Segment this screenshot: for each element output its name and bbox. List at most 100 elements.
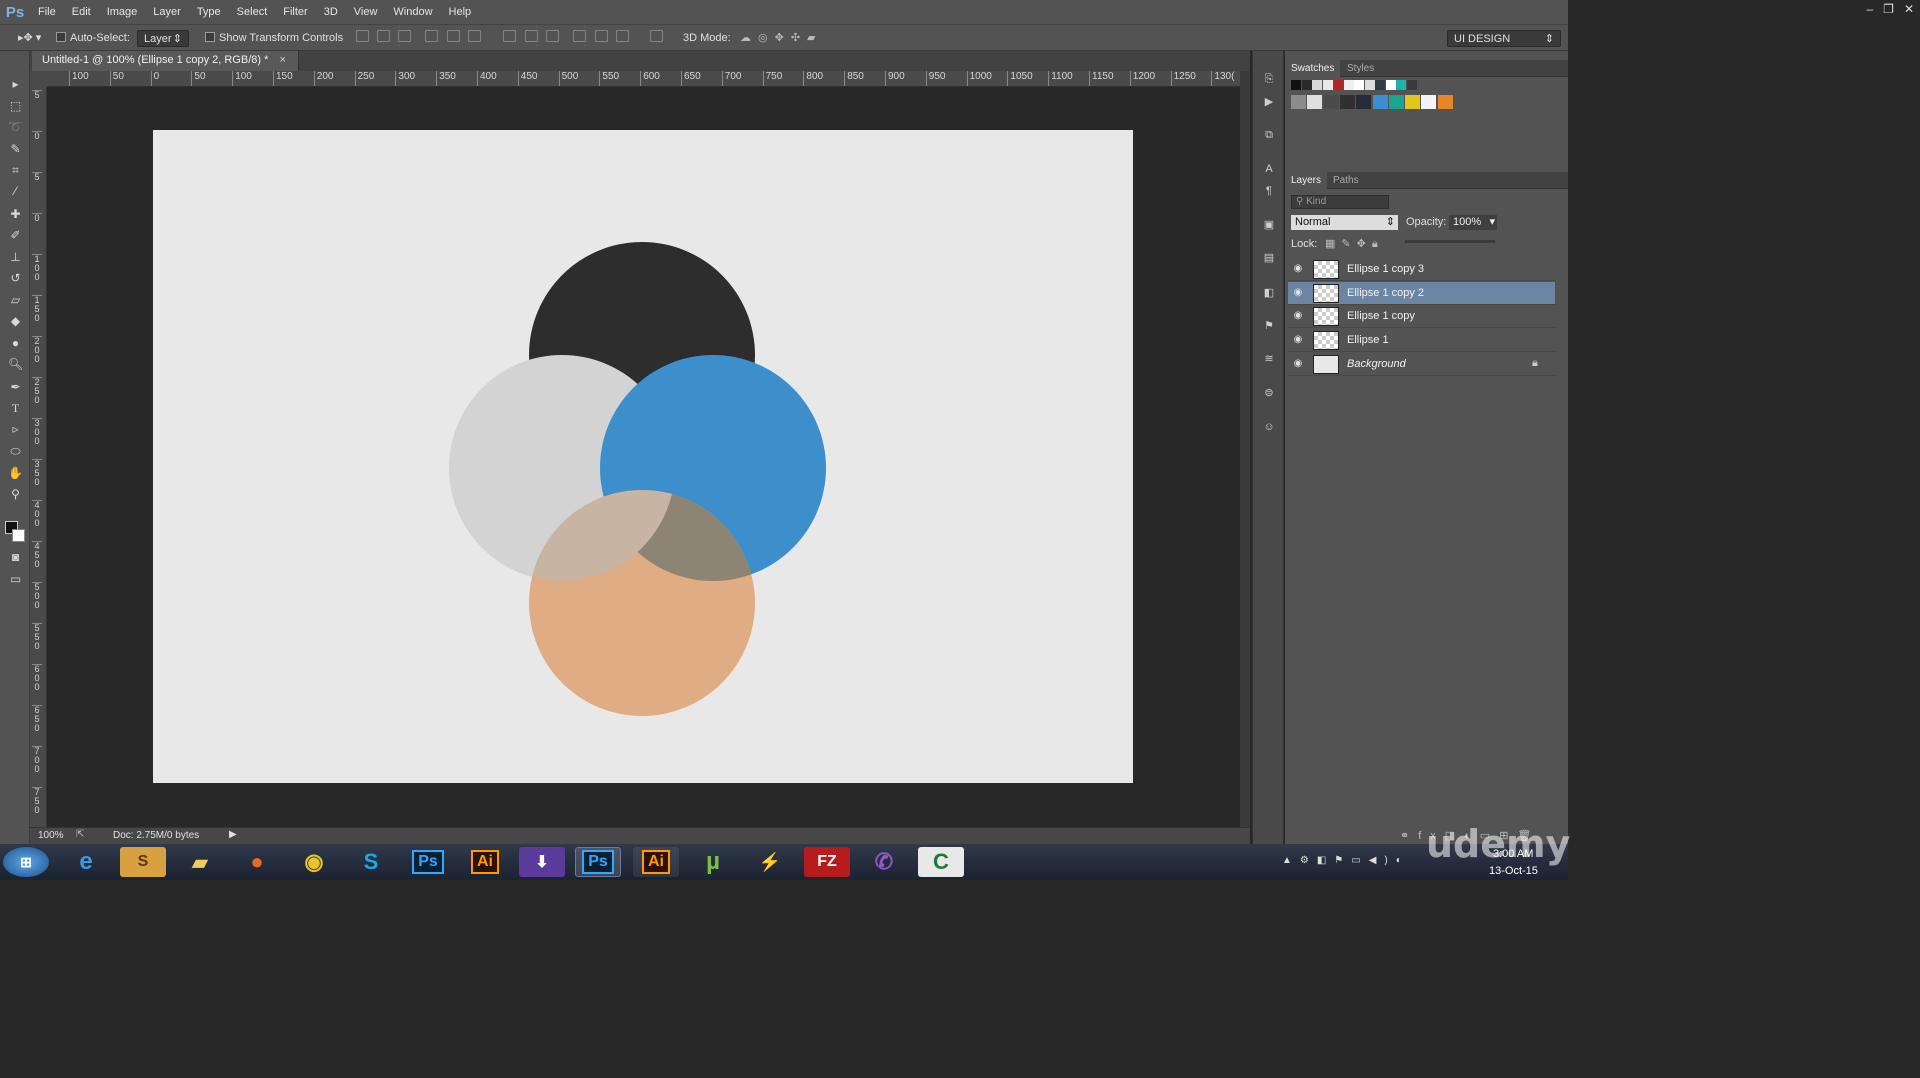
- align-hcenter-icon[interactable]: [447, 30, 460, 42]
- gradient-tool-icon[interactable]: ◆: [8, 315, 23, 327]
- skype-icon[interactable]: S: [348, 847, 394, 877]
- eraser-tool-icon[interactable]: ▱: [8, 294, 23, 306]
- distribute-hcenter-icon[interactable]: [595, 30, 608, 42]
- illustrator-taskbar-icon[interactable]: Ai: [462, 847, 508, 877]
- show-transform-checkbox[interactable]: Show Transform Controls: [205, 30, 343, 47]
- move-tool-icon[interactable]: ▸: [8, 78, 23, 90]
- character-icon[interactable]: A: [1262, 163, 1276, 176]
- adjustments-icon[interactable]: ◧: [1262, 287, 1276, 300]
- folder-icon[interactable]: ▰: [177, 847, 223, 877]
- screen-mode-icon[interactable]: ▭: [8, 573, 23, 585]
- menu-type[interactable]: Type: [189, 0, 229, 24]
- swatch[interactable]: [1375, 80, 1385, 90]
- hand-tool-icon[interactable]: ✋: [8, 467, 23, 479]
- opacity-input[interactable]: 100% ▾: [1449, 215, 1497, 230]
- menu-layer[interactable]: Layer: [145, 0, 189, 24]
- align-vcenter-icon[interactable]: [377, 30, 390, 42]
- swatch[interactable]: [1301, 80, 1312, 90]
- ellipse-tool-icon[interactable]: ⬭: [8, 445, 23, 457]
- swatch[interactable]: [1396, 80, 1406, 90]
- eye-icon[interactable]: ◉: [1292, 358, 1304, 370]
- dodge-tool-icon[interactable]: 🔍︎: [8, 358, 23, 370]
- tab-styles[interactable]: Styles: [1341, 60, 1380, 77]
- firefox-icon[interactable]: ●: [234, 847, 280, 877]
- swatch[interactable]: [1356, 95, 1372, 109]
- brush-tool-icon[interactable]: ✐: [8, 229, 23, 241]
- distribute-vcenter-icon[interactable]: [525, 30, 538, 42]
- blend-mode-dropdown[interactable]: Normal ⇕: [1291, 215, 1398, 230]
- swatch[interactable]: [1339, 95, 1355, 109]
- swatch[interactable]: [1323, 95, 1339, 109]
- viber-icon[interactable]: ✆: [861, 847, 907, 877]
- align-left-icon[interactable]: [425, 30, 438, 42]
- photoshop-taskbar-icon[interactable]: Ps: [405, 847, 451, 877]
- eyedropper-tool-icon[interactable]: ⁄: [8, 185, 23, 197]
- camtasia-icon[interactable]: C: [918, 847, 964, 877]
- align-bottom-icon[interactable]: [398, 30, 411, 42]
- lock-icons[interactable]: ▦✎✥🔒︎: [1325, 237, 1384, 251]
- swatch[interactable]: [1307, 95, 1323, 109]
- type-tool-icon[interactable]: T: [8, 402, 23, 414]
- sublime-icon[interactable]: S: [120, 847, 166, 877]
- swatch[interactable]: [1343, 80, 1354, 90]
- tab-swatches[interactable]: Swatches: [1285, 60, 1341, 77]
- quick-mask-icon[interactable]: ◙: [8, 551, 23, 563]
- layer-row[interactable]: ◉ Ellipse 1: [1288, 329, 1555, 352]
- auto-align-icon[interactable]: [650, 30, 663, 42]
- utorrent-icon[interactable]: µ: [690, 847, 736, 877]
- tool-presets-icon[interactable]: ☺: [1262, 421, 1276, 434]
- healing-brush-icon[interactable]: ✚: [8, 208, 23, 220]
- swatch[interactable]: [1364, 80, 1375, 90]
- menu-file[interactable]: File: [30, 0, 64, 24]
- actions-play-icon[interactable]: ▶: [1262, 96, 1276, 109]
- pen-tool-icon[interactable]: ✒: [8, 381, 23, 393]
- info-icon[interactable]: ▣: [1262, 219, 1276, 232]
- distribute-top-icon[interactable]: [503, 30, 516, 42]
- menu-3d[interactable]: 3D: [316, 0, 346, 24]
- background-color-swatch[interactable]: [12, 529, 25, 542]
- layer-row-background[interactable]: ◉ Background 🔒︎: [1288, 353, 1555, 376]
- menu-window[interactable]: Window: [385, 0, 440, 24]
- swatch[interactable]: [1437, 95, 1453, 109]
- swatch[interactable]: [1333, 80, 1343, 90]
- menu-view[interactable]: View: [346, 0, 386, 24]
- swatch[interactable]: [1322, 80, 1333, 90]
- download-manager-icon[interactable]: ⬇: [519, 847, 565, 877]
- path-select-tool-icon[interactable]: ▹: [8, 423, 23, 435]
- flag-icon[interactable]: ⚑: [1262, 320, 1276, 333]
- menu-select[interactable]: Select: [229, 0, 276, 24]
- properties-icon[interactable]: ▤: [1262, 252, 1276, 265]
- layer-row[interactable]: ◉ Ellipse 1 copy: [1288, 305, 1555, 328]
- layer-comps-icon[interactable]: ⧉: [1262, 129, 1276, 142]
- 3d-mode-icons[interactable]: ☁◎✥✣▰: [740, 30, 823, 47]
- distribute-right-icon[interactable]: [616, 30, 629, 42]
- history-brush-icon[interactable]: ↺: [8, 272, 23, 284]
- marquee-tool-icon[interactable]: ⬚: [8, 100, 23, 112]
- export-icon[interactable]: ⇱: [76, 829, 84, 840]
- move-tool-preset-icon[interactable]: ▸✥ ▾: [18, 30, 41, 47]
- align-top-icon[interactable]: [356, 30, 369, 42]
- tab-layers[interactable]: Layers: [1285, 172, 1328, 189]
- horizontal-ruler[interactable]: 100 50 0 50 100 150 200 250 300 350 400 450 500 550 60…: [47, 71, 1240, 87]
- auto-select-checkbox[interactable]: Auto-Select:: [56, 30, 130, 47]
- lasso-tool-icon[interactable]: ➰: [8, 121, 23, 133]
- eye-icon[interactable]: ◉: [1292, 287, 1304, 299]
- crop-tool-icon[interactable]: ⌗: [8, 164, 23, 176]
- paragraph-icon[interactable]: ¶: [1262, 185, 1276, 198]
- illustrator-active-taskbar-icon[interactable]: Ai: [633, 847, 679, 877]
- swatch[interactable]: [1405, 95, 1421, 109]
- chrome-icon[interactable]: ◉: [291, 847, 337, 877]
- layer-kind-filter[interactable]: ⚲ Kind: [1291, 195, 1389, 209]
- history-icon[interactable]: ⎘: [1262, 73, 1276, 86]
- distribute-left-icon[interactable]: [573, 30, 586, 42]
- stamp-tool-icon[interactable]: ⊥: [8, 251, 23, 263]
- menu-edit[interactable]: Edit: [64, 0, 99, 24]
- workspace-dropdown[interactable]: UI DESIGN ⇕: [1447, 30, 1561, 47]
- quick-select-tool-icon[interactable]: ✎: [8, 143, 23, 155]
- menu-filter[interactable]: Filter: [275, 0, 315, 24]
- brushes-icon[interactable]: ≋: [1262, 353, 1276, 366]
- winamp-icon[interactable]: ⚡: [747, 847, 793, 877]
- swatch[interactable]: [1385, 80, 1396, 90]
- eye-icon[interactable]: ◉: [1292, 334, 1304, 346]
- swatch[interactable]: [1388, 95, 1404, 109]
